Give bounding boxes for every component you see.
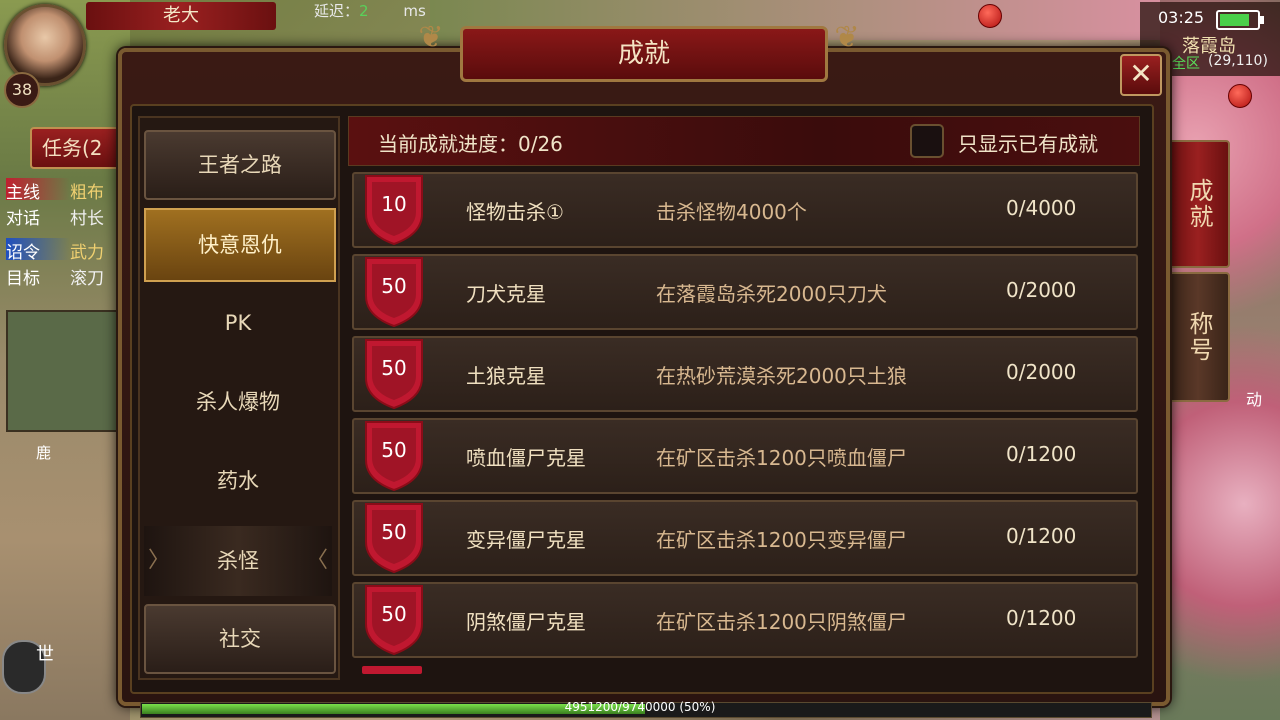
points-badge-icon: 10: [364, 174, 424, 246]
chevron-left-icon: 〈: [305, 548, 328, 573]
nav-item-vendetta[interactable]: 快意恩仇: [144, 208, 336, 282]
npc-deer-label: 鹿: [36, 444, 52, 462]
quest-tag: 对话: [6, 209, 40, 229]
dragon-ornament-icon: ❦: [418, 20, 444, 55]
achievement-points: 50: [381, 520, 407, 544]
points-badge-icon: 50: [364, 584, 424, 656]
chat-channel-label[interactable]: 世: [36, 640, 54, 666]
latency-label: 延迟：: [314, 2, 360, 20]
points-badge-icon: 50: [364, 256, 424, 328]
map-zone: 全区: [1172, 56, 1200, 72]
player-level: 38: [4, 72, 40, 108]
achievement-points: 50: [381, 356, 407, 380]
achievement-row[interactable]: 50 喷血僵尸克星 在矿区击杀1200只喷血僵尸 0/1200: [352, 418, 1138, 494]
notification-dot-icon[interactable]: [1228, 84, 1252, 108]
map-coordinates: (29,110): [1208, 53, 1268, 69]
points-badge-icon: 50: [364, 338, 424, 410]
exp-text: 4951200/9740000 (50%): [564, 700, 716, 714]
nav-item-kill-drop[interactable]: 杀人爆物: [144, 367, 332, 437]
achievement-points: 10: [381, 192, 407, 216]
achievement-progress: 0/1200: [1006, 524, 1077, 548]
quest-tag: 诏令: [6, 238, 70, 263]
quest-text: 粗布: [70, 183, 104, 203]
clock: 03:25: [1158, 8, 1205, 27]
achievement-row[interactable]: 50 土狼克星 在热砂荒漠杀死2000只土狼 0/2000: [352, 336, 1138, 412]
notification-dot-icon[interactable]: [978, 4, 1002, 28]
achievement-row[interactable]: 50 变异僵尸克星 在矿区击杀1200只变异僵尸 0/1200: [352, 500, 1138, 576]
achievement-progress: 0/1200: [1006, 606, 1077, 630]
achievement-row[interactable]: 10 怪物击杀① 击杀怪物4000个 0/4000: [352, 172, 1138, 248]
quest-line-main[interactable]: 主线 粗布: [6, 178, 130, 203]
points-badge-icon: 50: [364, 420, 424, 492]
quest-text: 滚刀: [70, 269, 104, 289]
quest-line-talk[interactable]: 对话 村长: [6, 204, 130, 229]
nav-item-potion[interactable]: 药水: [144, 446, 332, 516]
chevron-right-icon: 〉: [148, 548, 171, 573]
achievement-progress: 0/2000: [1006, 278, 1077, 302]
achievement-desc: 击杀怪物4000个: [656, 200, 807, 224]
filter-label[interactable]: 只显示已有成就: [958, 128, 1098, 157]
tab-title[interactable]: 称号: [1166, 272, 1230, 402]
category-nav: 王者之路 快意恩仇 PK 杀人爆物 药水 〉 杀怪 〈 社交: [138, 116, 340, 680]
nav-item-monster-kill[interactable]: 〉 杀怪 〈: [144, 526, 332, 596]
latency-value: 2: [359, 2, 369, 20]
quest-tag: 目标: [6, 269, 40, 289]
close-button[interactable]: ✕: [1120, 54, 1162, 96]
achievement-progress: 0/4000: [1006, 196, 1077, 220]
progress-label: 当前成就进度：0/26: [378, 132, 563, 156]
achievement-desc: 在矿区击杀1200只阴煞僵尸: [656, 610, 907, 634]
achievement-desc: 在矿区击杀1200只喷血僵尸: [656, 446, 907, 470]
quest-text: 武力: [70, 243, 104, 263]
achievement-progress: 0/2000: [1006, 360, 1077, 384]
achievement-name: 土狼克星: [466, 364, 546, 388]
achievement-name: 喷血僵尸克星: [466, 446, 586, 470]
quest-line-target[interactable]: 目标 滚刀: [6, 264, 130, 289]
auto-fight-label[interactable]: 动: [1246, 386, 1262, 410]
battery-level: [1220, 14, 1249, 26]
achievement-row[interactable]: 50 阴煞僵尸克星 在矿区击杀1200只阴煞僵尸 0/1200: [352, 582, 1138, 658]
quest-tag: 主线: [6, 178, 70, 203]
achievement-desc: 在落霞岛杀死2000只刀犬: [656, 282, 887, 306]
achievement-name: 怪物击杀①: [466, 200, 564, 224]
nav-item-kings-road[interactable]: 王者之路: [144, 130, 336, 200]
battery-icon: [1216, 10, 1264, 30]
player-name: 老大: [86, 2, 276, 30]
achievement-row[interactable]: 50 刀犬克星 在落霞岛杀死2000只刀犬 0/2000: [352, 254, 1138, 330]
achievement-name: 阴煞僵尸克星: [466, 610, 586, 634]
dialog-title: 成就: [460, 26, 828, 82]
nav-item-social[interactable]: 社交: [144, 604, 336, 674]
minimap[interactable]: [6, 310, 134, 432]
tab-achievement[interactable]: 成就: [1166, 140, 1230, 268]
achievement-name: 变异僵尸克星: [466, 528, 586, 552]
achievement-points: 50: [381, 274, 407, 298]
achievement-points: 50: [381, 602, 407, 626]
list-overflow-badge: [362, 666, 422, 674]
quest-text: 村长: [70, 209, 104, 229]
filter-checkbox[interactable]: [910, 124, 944, 158]
achievement-desc: 在矿区击杀1200只变异僵尸: [656, 528, 907, 552]
achievement-name: 刀犬克星: [466, 282, 546, 306]
quest-line-decree[interactable]: 诏令 武力: [6, 238, 130, 263]
achievement-points: 50: [381, 438, 407, 462]
nav-item-pk[interactable]: PK: [144, 288, 332, 358]
nav-item-label: 杀怪: [217, 549, 259, 573]
achievement-progress: 0/1200: [1006, 442, 1077, 466]
achievement-desc: 在热砂荒漠杀死2000只土狼: [656, 364, 907, 388]
points-badge-icon: 50: [364, 502, 424, 574]
